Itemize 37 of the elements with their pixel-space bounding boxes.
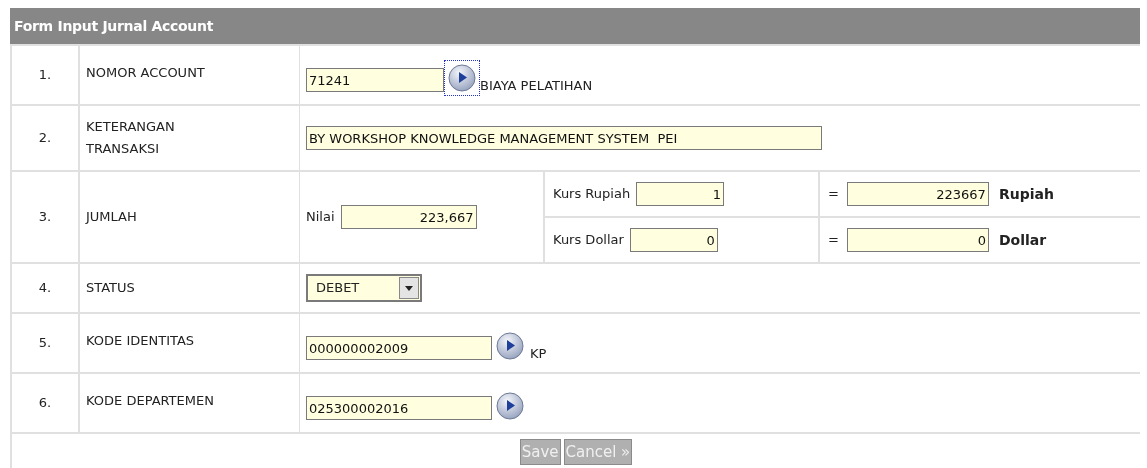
row-number: 6. [38,394,52,413]
input-field[interactable]: 1 [636,182,725,206]
currency-label: Dollar [998,230,1047,250]
play-icon [447,63,477,93]
description-text: BIAYA PELATIHAN [480,77,593,95]
status-dropdown[interactable]: DEBET [306,274,422,302]
input-field[interactable]: 025300002016 [306,396,492,420]
field-label: STATUS [86,279,136,297]
equals-sign: = [828,185,839,204]
input-field[interactable]: BY WORKSHOP KNOWLEDGE MANAGEMENT SYSTEM PEI [306,126,822,150]
field-label: KODE IDENTITAS [86,332,196,350]
row-number: 5. [38,334,52,353]
row-number: 2. [38,129,52,148]
equals-sign: = [828,231,839,250]
form-title: Form Input Jurnal Account [10,8,1140,44]
field-label: NOMOR ACCOUNT [86,64,206,82]
row-number: 1. [38,66,52,85]
amount-label: Nilai [306,208,335,227]
input-field[interactable]: 0 [629,228,718,252]
input-field[interactable]: 223667 [846,182,989,206]
rate-label: Kurs Rupiah [553,185,631,204]
description-text: KP [530,345,547,363]
field-label: JUMLAH [86,208,138,226]
dropdown-arrow-icon [405,285,413,291]
input-field[interactable]: 0 [846,228,989,252]
play-icon [495,331,525,361]
row-number: 4. [38,279,52,298]
field-label: KODE DEPARTEMEN [86,392,215,410]
row-number: 3. [38,208,52,227]
input-field[interactable]: 223,667 [340,205,477,229]
play-icon [495,391,525,421]
input-field[interactable]: 000000002009 [306,336,492,360]
field-label: KETERANGAN TRANSAKSI [86,118,176,158]
currency-label: Rupiah [998,184,1054,204]
lookup-button[interactable] [444,60,480,96]
rate-label: Kurs Dollar [553,231,624,250]
input-field[interactable]: 71241 [306,68,444,92]
